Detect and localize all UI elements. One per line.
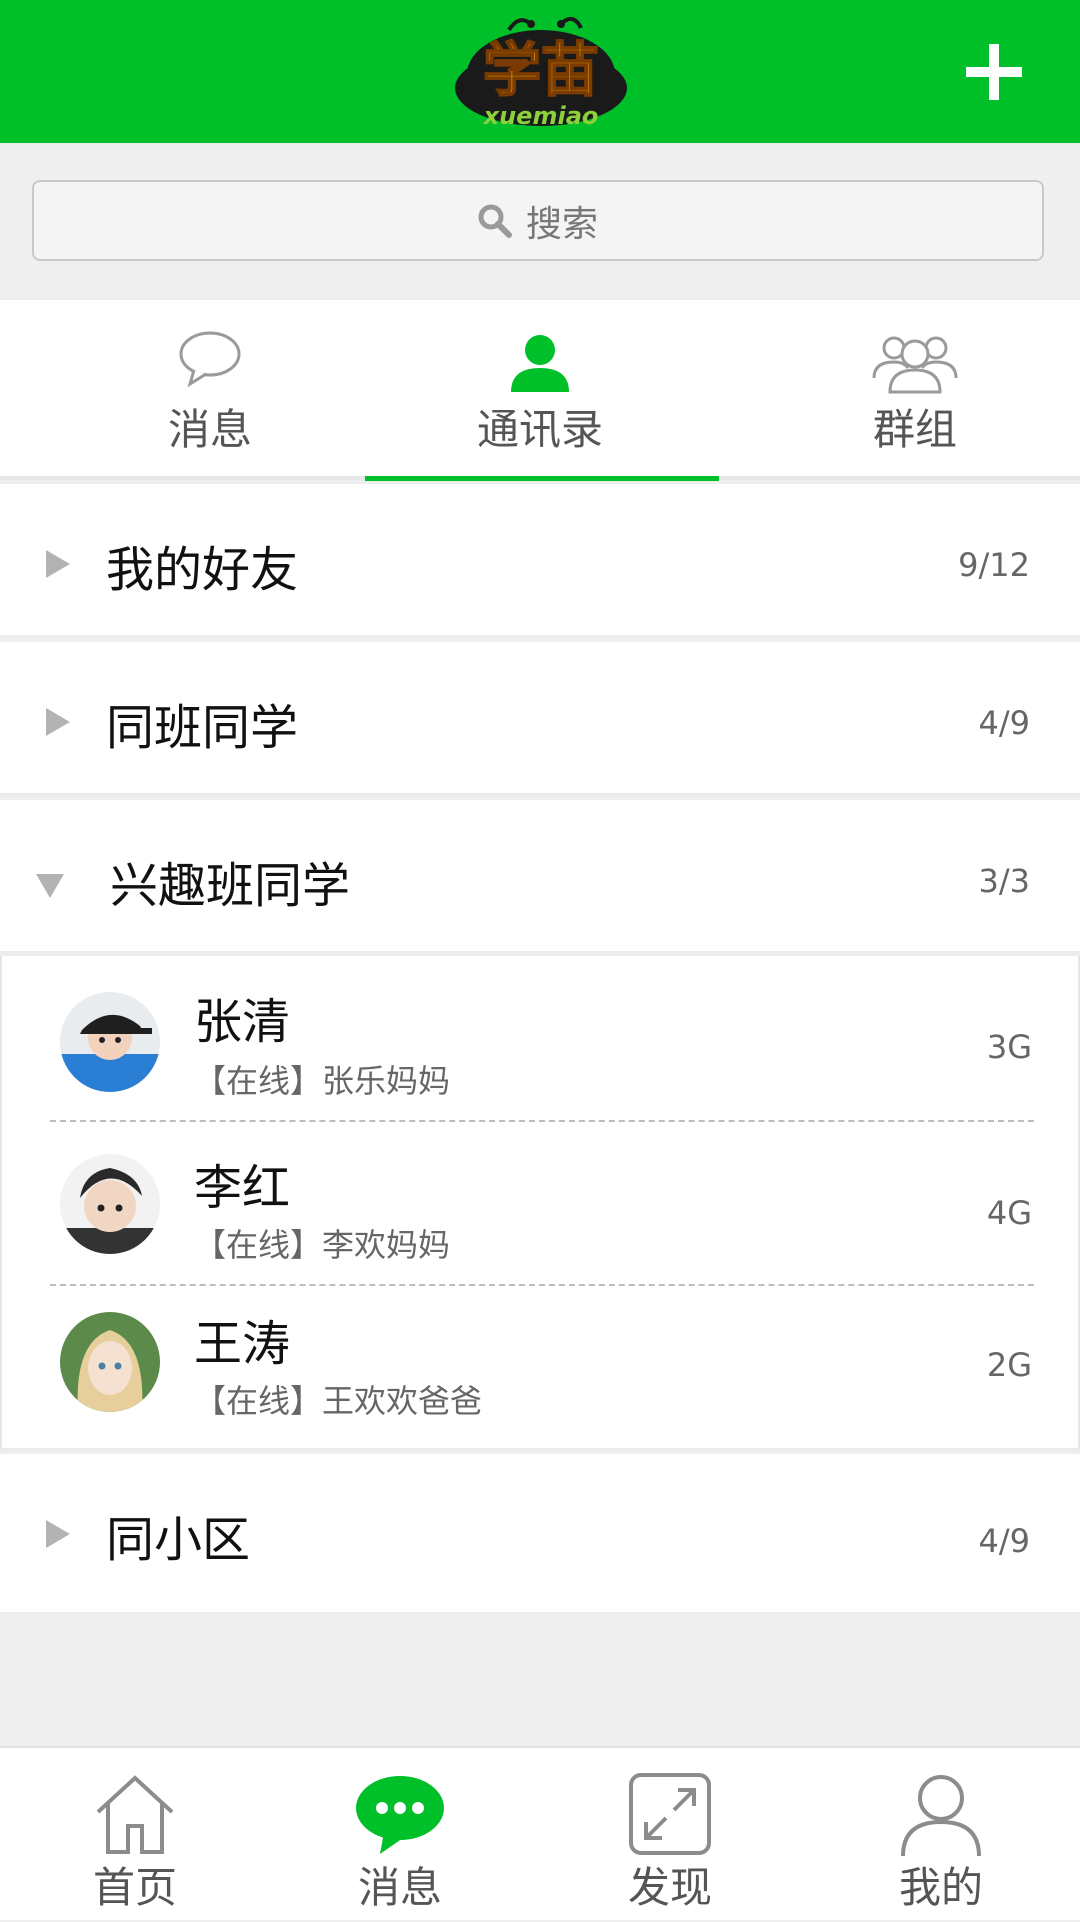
message-dots-icon xyxy=(356,1776,444,1854)
avatar xyxy=(60,1154,160,1254)
search-input[interactable]: 搜索 xyxy=(32,180,1044,261)
logo-text: 学苗 xyxy=(483,36,599,104)
tab-contacts-label: 通讯录 xyxy=(476,405,603,454)
member-status: 【在线】王欢欢爸爸 xyxy=(194,1382,483,1420)
list-item-member[interactable]: 张清 【在线】张乐妈妈 3G xyxy=(2,956,1078,1121)
bottom-navigation: 首页 消息 发现 我的 xyxy=(0,1746,1080,1920)
group-interest-class[interactable]: 兴趣班同学 3/3 xyxy=(0,800,1080,955)
nav-messages-label: 消息 xyxy=(357,1863,442,1912)
tab-bar: 消息 通讯录 群组 xyxy=(0,300,1080,481)
tab-groups-label: 群组 xyxy=(872,405,957,454)
logo-subtext: xuemiao xyxy=(483,102,599,130)
nav-profile-label: 我的 xyxy=(898,1863,983,1912)
xuemiao-logo: 学苗 xuemiao xyxy=(455,16,627,130)
nav-messages[interactable]: 消息 xyxy=(265,1748,535,1922)
nav-discover-label: 发现 xyxy=(627,1863,712,1912)
top-app-bar: 学苗 xuemiao xyxy=(0,0,1080,143)
member-network: 3G xyxy=(986,1028,1032,1066)
member-status: 【在线】张乐妈妈 xyxy=(194,1062,451,1100)
group-name: 同班同学 xyxy=(106,700,299,756)
tab-groups[interactable]: 群组 xyxy=(735,300,1080,480)
active-tab-indicator xyxy=(365,476,719,481)
group-name: 我的好友 xyxy=(106,542,299,598)
member-status: 【在线】李欢妈妈 xyxy=(194,1226,451,1264)
group-my-friends[interactable]: 我的好友 9/12 xyxy=(0,484,1080,639)
list-item-member[interactable]: 王涛 【在线】王欢欢爸爸 2G xyxy=(2,1286,1078,1451)
search-area: 搜索 xyxy=(0,143,1080,300)
group-count: 9/12 xyxy=(958,546,1030,584)
member-name: 李红 xyxy=(194,1160,291,1216)
group-neighborhood[interactable]: 同小区 4/9 xyxy=(0,1454,1080,1612)
group-count: 4/9 xyxy=(978,704,1031,742)
chat-bubble-icon xyxy=(179,331,241,388)
member-name: 王涛 xyxy=(194,1316,291,1372)
member-network: 4G xyxy=(986,1194,1032,1232)
group-name: 同小区 xyxy=(106,1512,251,1568)
tab-contacts[interactable]: 通讯录 xyxy=(360,300,720,480)
group-classmates[interactable]: 同班同学 4/9 xyxy=(0,642,1080,797)
member-name: 张清 xyxy=(194,994,291,1050)
add-button[interactable] xyxy=(960,38,1028,106)
nav-home-label: 首页 xyxy=(92,1863,177,1912)
nav-profile[interactable]: 我的 xyxy=(806,1748,1076,1922)
expand-arrows-icon xyxy=(629,1773,711,1855)
member-list: 张清 【在线】张乐妈妈 3G 李红 【在线】李欢妈妈 4G 王涛 【在线】王欢欢… xyxy=(0,956,1080,1452)
list-item-member[interactable]: 李红 【在线】李欢妈妈 4G xyxy=(2,1122,1078,1287)
collapsed-arrow-icon xyxy=(46,708,70,736)
group-people-icon xyxy=(872,336,958,394)
user-profile-icon xyxy=(901,1775,981,1857)
avatar xyxy=(60,992,160,1092)
plus-icon xyxy=(966,44,1022,100)
nav-discover[interactable]: 发现 xyxy=(535,1748,805,1922)
group-name: 兴趣班同学 xyxy=(110,858,351,914)
expanded-arrow-icon xyxy=(36,874,64,898)
collapsed-arrow-icon xyxy=(46,550,70,578)
group-count: 4/9 xyxy=(978,1522,1031,1560)
home-icon xyxy=(96,1775,174,1854)
search-placeholder: 搜索 xyxy=(525,203,598,245)
nav-home[interactable]: 首页 xyxy=(0,1748,270,1922)
tab-messages-label: 消息 xyxy=(167,405,252,454)
avatar xyxy=(60,1312,160,1412)
group-count: 3/3 xyxy=(978,862,1031,900)
search-icon xyxy=(478,204,512,238)
contact-person-icon xyxy=(511,335,569,392)
tab-messages[interactable]: 消息 xyxy=(30,300,390,480)
member-network: 2G xyxy=(986,1346,1032,1384)
collapsed-arrow-icon xyxy=(46,1520,70,1548)
